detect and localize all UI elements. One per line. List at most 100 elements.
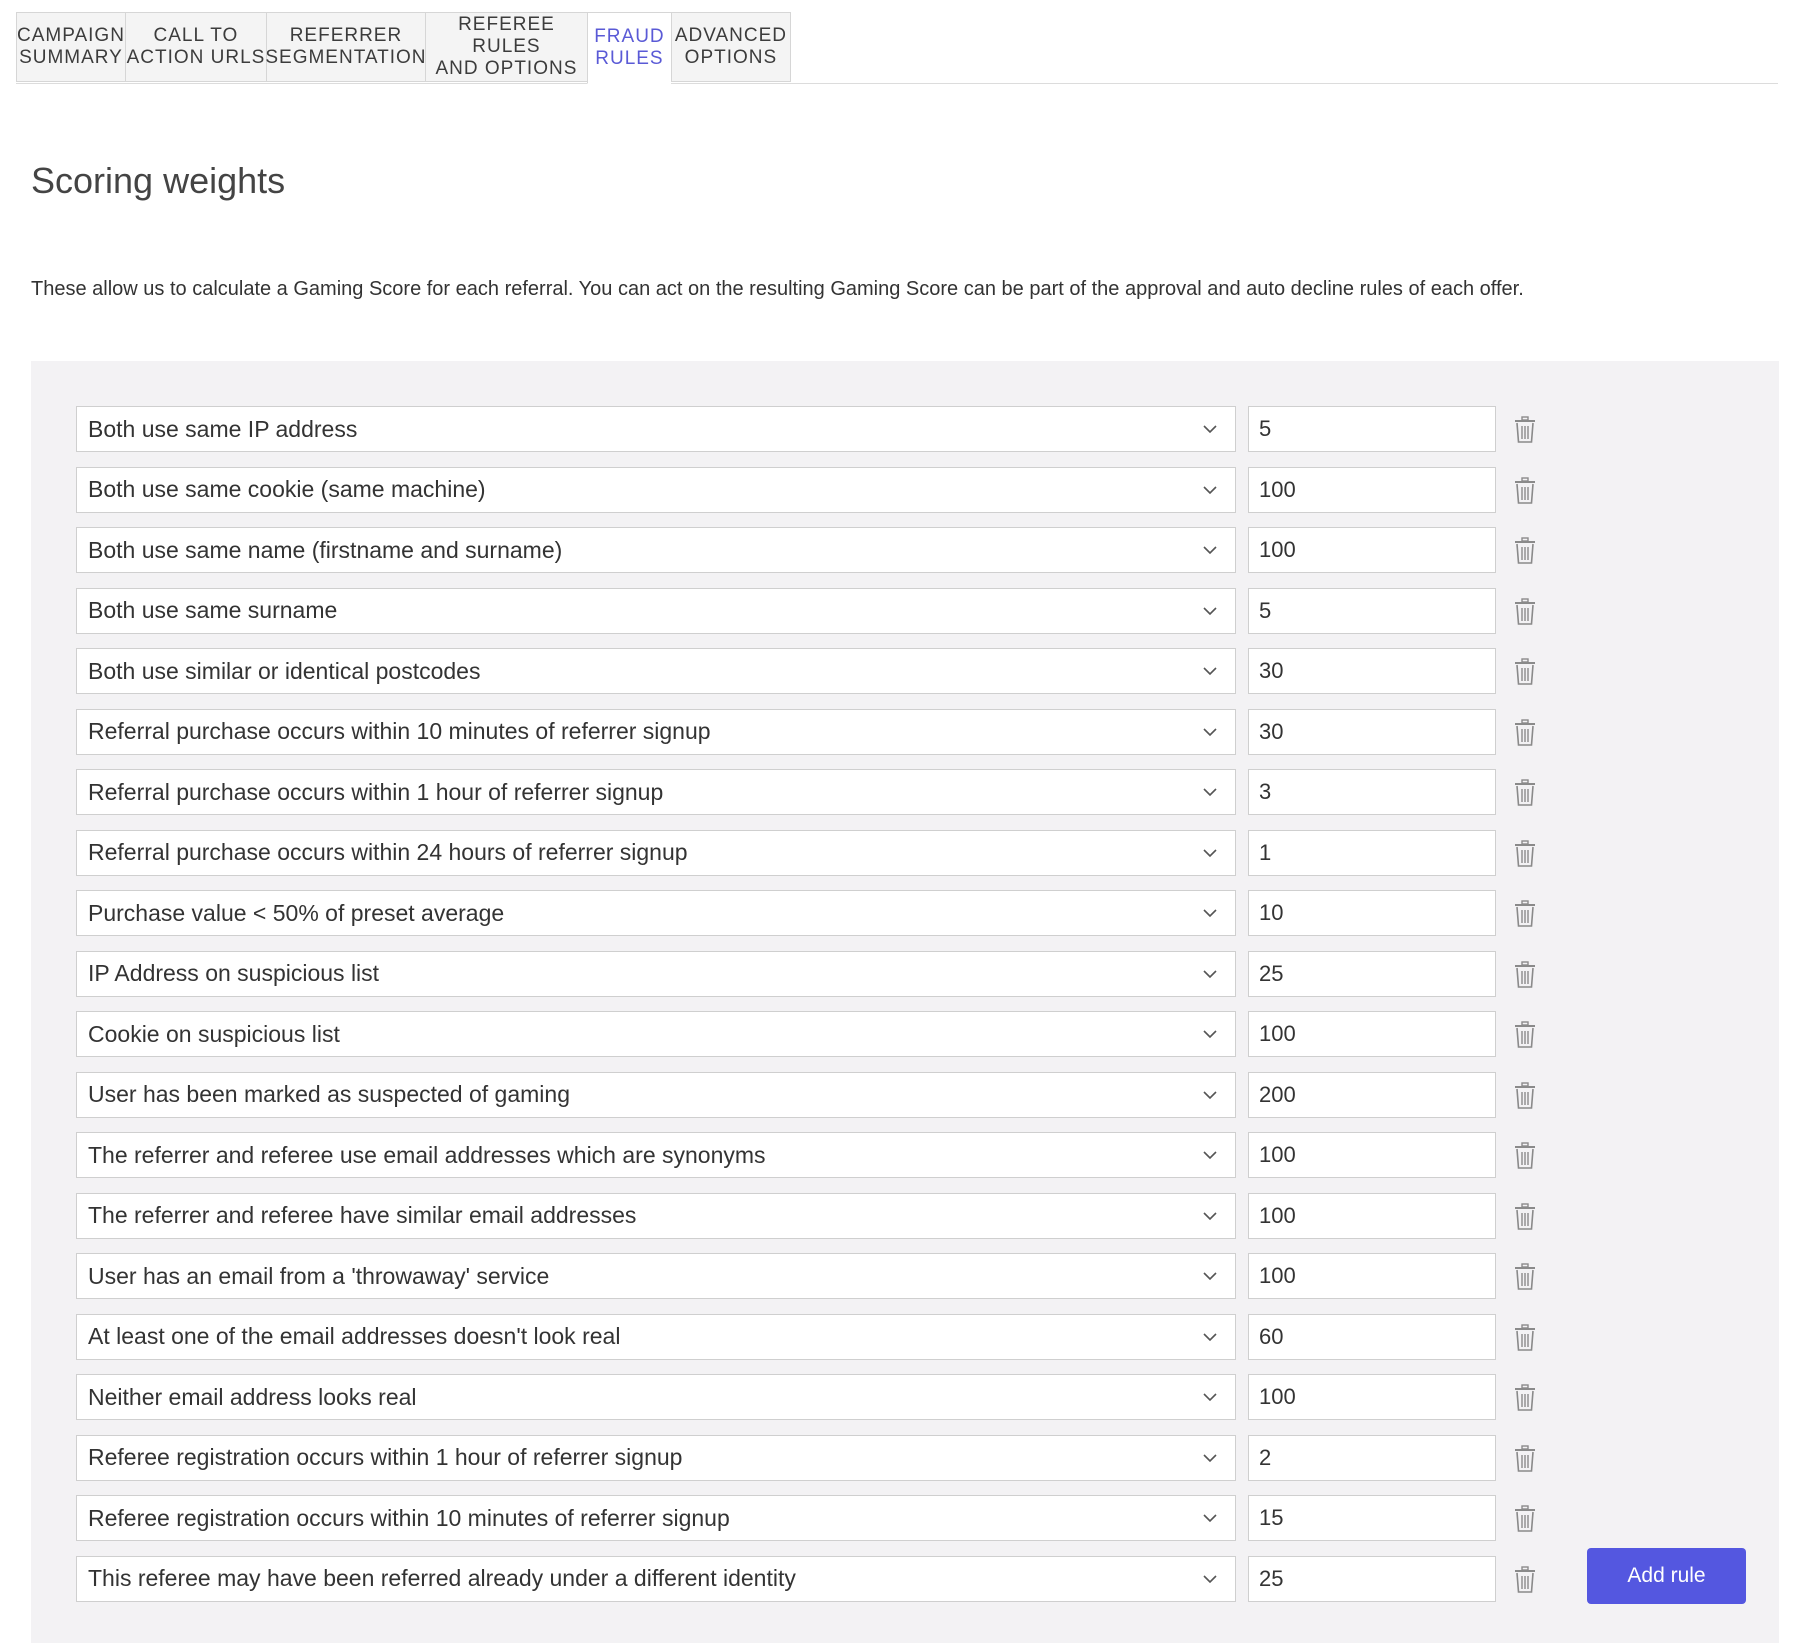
chevron-down-icon bbox=[1203, 1030, 1217, 1039]
rule-type-select[interactable]: Both use same name (firstname and surnam… bbox=[76, 527, 1236, 573]
tab-campaign-summary[interactable]: CAMPAIGN SUMMARY bbox=[16, 12, 125, 82]
trash-icon[interactable] bbox=[1512, 1565, 1538, 1594]
rule-weight-input[interactable] bbox=[1248, 466, 1496, 513]
rule-type-select[interactable]: IP Address on suspicious list bbox=[76, 950, 1236, 997]
rule-weight-input[interactable] bbox=[1248, 1071, 1496, 1118]
trash-icon[interactable] bbox=[1512, 537, 1538, 565]
rule-type-select[interactable]: At least one of the email addresses does… bbox=[76, 1313, 1236, 1360]
rule-type-select[interactable]: Purchase value < 50% of preset average bbox=[76, 890, 1236, 936]
trash-icon[interactable] bbox=[1512, 900, 1538, 928]
rule-weight-input[interactable] bbox=[1248, 648, 1496, 694]
tab-call-to-action-urls[interactable]: CALL TO ACTION URLS bbox=[124, 12, 266, 82]
rule-type-select[interactable]: Both use similar or identical postcodes bbox=[76, 648, 1236, 694]
rule-weight-input[interactable] bbox=[1248, 890, 1496, 936]
add-rule-button[interactable]: Add rule bbox=[1587, 1548, 1746, 1604]
rule-weight-input[interactable] bbox=[1248, 527, 1496, 573]
rule-type-select[interactable]: Both use same surname bbox=[76, 587, 1236, 634]
rule-type-select[interactable]: User has been marked as suspected of gam… bbox=[76, 1071, 1236, 1118]
rule-type-label: Referral purchase occurs within 1 hour o… bbox=[88, 778, 664, 805]
trash-icon[interactable] bbox=[1512, 1323, 1538, 1352]
trash-icon[interactable] bbox=[1512, 1081, 1538, 1110]
trash-icon[interactable] bbox=[1512, 476, 1538, 505]
trash-icon[interactable] bbox=[1512, 1142, 1538, 1170]
rule-type-label: Both use same IP address bbox=[88, 415, 358, 442]
rule-weight-input[interactable] bbox=[1248, 1434, 1496, 1481]
tab-referee-rules-and-options[interactable]: REFEREE RULES AND OPTIONS bbox=[424, 12, 587, 82]
rule-type-select[interactable]: Cookie on suspicious list bbox=[76, 1011, 1236, 1057]
tab-fraud-rules[interactable]: FRAUD RULES bbox=[586, 12, 671, 84]
trash-icon[interactable] bbox=[1512, 1444, 1538, 1473]
rule-row: Both use similar or identical postcodes bbox=[76, 648, 1576, 694]
rule-row: At least one of the email addresses does… bbox=[76, 1313, 1576, 1360]
rule-row: Referee registration occurs within 1 hou… bbox=[76, 1434, 1576, 1481]
rule-type-select[interactable]: Neither email address looks real bbox=[76, 1374, 1236, 1420]
rule-weight-input[interactable] bbox=[1248, 587, 1496, 634]
rule-weight-input[interactable] bbox=[1248, 769, 1496, 815]
rule-type-label: Referral purchase occurs within 24 hours… bbox=[88, 839, 688, 865]
rule-row: User has an email from a 'throwaway' ser… bbox=[76, 1253, 1576, 1299]
rule-weight-input[interactable] bbox=[1248, 1192, 1496, 1239]
trash-icon[interactable] bbox=[1512, 1263, 1538, 1291]
rule-type-select[interactable]: The referrer and referee have similar em… bbox=[76, 1192, 1236, 1239]
rule-type-select[interactable]: Both use same cookie (same machine) bbox=[76, 466, 1236, 513]
rule-type-select[interactable]: Referee registration occurs within 1 hou… bbox=[76, 1434, 1236, 1481]
chevron-down-icon bbox=[1203, 606, 1217, 615]
tab-advanced-options[interactable]: ADVANCED OPTIONS bbox=[670, 12, 791, 82]
trash-icon[interactable] bbox=[1512, 718, 1538, 747]
rule-row: Neither email address looks real bbox=[76, 1374, 1576, 1420]
chevron-down-icon bbox=[1203, 909, 1217, 918]
rule-weight-input[interactable] bbox=[1248, 1313, 1496, 1360]
trash-icon[interactable] bbox=[1512, 416, 1538, 444]
rule-type-select[interactable]: Referee registration occurs within 10 mi… bbox=[76, 1495, 1236, 1541]
rule-weight-input[interactable] bbox=[1248, 829, 1496, 876]
chevron-down-icon bbox=[1203, 425, 1217, 434]
rule-type-label: This referee may have been referred alre… bbox=[88, 1565, 796, 1591]
chevron-down-icon bbox=[1203, 848, 1217, 857]
trash-icon[interactable] bbox=[1512, 1505, 1538, 1533]
rules-panel: Both use same IP address Both use same c… bbox=[31, 361, 1779, 1643]
rule-weight-input[interactable] bbox=[1248, 708, 1496, 755]
rule-type-select[interactable]: The referrer and referee use email addre… bbox=[76, 1132, 1236, 1178]
trash-icon[interactable] bbox=[1512, 779, 1538, 807]
trash-icon[interactable] bbox=[1512, 1021, 1538, 1049]
tab-referrer-segmentation[interactable]: REFERRER SEGMENTATION bbox=[265, 12, 426, 82]
rule-row: Both use same name (firstname and surnam… bbox=[76, 527, 1576, 573]
chevron-down-icon bbox=[1203, 1090, 1217, 1099]
rule-weight-input[interactable] bbox=[1248, 1132, 1496, 1178]
rule-type-select[interactable]: Both use same IP address bbox=[76, 406, 1236, 452]
rule-type-label: User has been marked as suspected of gam… bbox=[88, 1081, 570, 1107]
rule-weight-input[interactable] bbox=[1248, 1253, 1496, 1299]
chevron-down-icon bbox=[1203, 546, 1217, 555]
trash-icon[interactable] bbox=[1512, 960, 1538, 989]
tab-bar: CAMPAIGN SUMMARY CALL TO ACTION URLS REF… bbox=[16, 12, 1778, 84]
trash-icon[interactable] bbox=[1512, 839, 1538, 868]
rule-weight-input[interactable] bbox=[1248, 1011, 1496, 1057]
rule-row: Both use same surname bbox=[76, 587, 1576, 634]
trash-icon[interactable] bbox=[1512, 1384, 1538, 1412]
rule-weight-input[interactable] bbox=[1248, 1555, 1496, 1602]
rule-type-select[interactable]: This referee may have been referred alre… bbox=[76, 1555, 1236, 1602]
rule-row: Both use same IP address bbox=[76, 406, 1576, 452]
rule-type-label: Both use same name (firstname and surnam… bbox=[88, 536, 563, 563]
rule-weight-input[interactable] bbox=[1248, 406, 1496, 452]
rule-type-select[interactable]: Referral purchase occurs within 1 hour o… bbox=[76, 769, 1236, 815]
chevron-down-icon bbox=[1203, 1151, 1217, 1160]
rule-type-label: The referrer and referee have similar em… bbox=[88, 1202, 637, 1228]
trash-icon[interactable] bbox=[1512, 1202, 1538, 1231]
rule-type-select[interactable]: Referral purchase occurs within 24 hours… bbox=[76, 829, 1236, 876]
chevron-down-icon bbox=[1203, 969, 1217, 978]
rule-weight-input[interactable] bbox=[1248, 1495, 1496, 1541]
chevron-down-icon bbox=[1203, 1393, 1217, 1402]
rule-type-label: User has an email from a 'throwaway' ser… bbox=[88, 1262, 550, 1289]
chevron-down-icon bbox=[1203, 1272, 1217, 1281]
rule-type-label: Referral purchase occurs within 10 minut… bbox=[88, 718, 711, 744]
rule-type-label: Both use similar or identical postcodes bbox=[88, 657, 481, 684]
rule-row: Cookie on suspicious list bbox=[76, 1011, 1576, 1057]
rule-weight-input[interactable] bbox=[1248, 950, 1496, 997]
trash-icon[interactable] bbox=[1512, 597, 1538, 626]
rule-weight-input[interactable] bbox=[1248, 1374, 1496, 1420]
rule-type-select[interactable]: Referral purchase occurs within 10 minut… bbox=[76, 708, 1236, 755]
chevron-down-icon bbox=[1203, 667, 1217, 676]
trash-icon[interactable] bbox=[1512, 658, 1538, 686]
rule-type-select[interactable]: User has an email from a 'throwaway' ser… bbox=[76, 1253, 1236, 1299]
